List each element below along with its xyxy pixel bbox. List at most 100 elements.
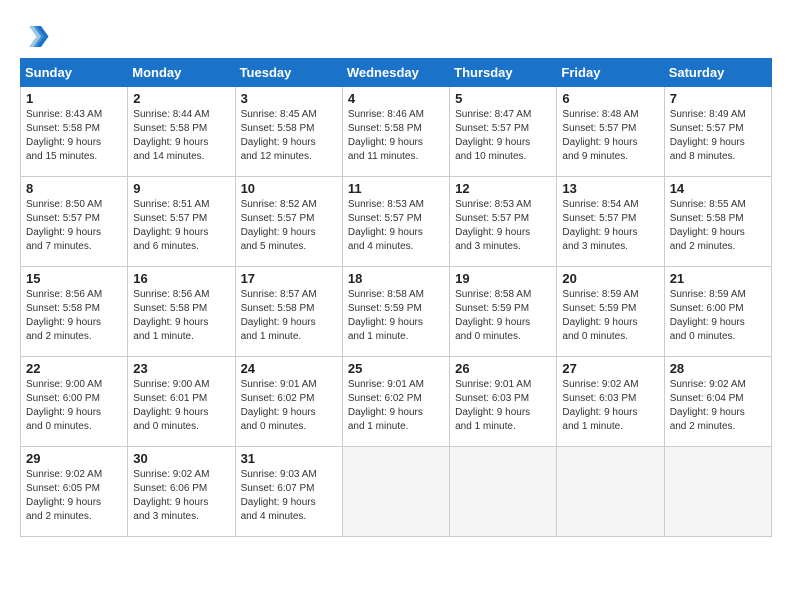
calendar-cell: 11 Sunrise: 8:53 AMSunset: 5:57 PMDayligh… [342,177,449,267]
day-number: 15 [26,271,122,286]
cell-details: Sunrise: 9:00 AMSunset: 6:01 PMDaylight:… [133,378,229,434]
day-number: 3 [241,91,337,106]
day-number: 2 [133,91,229,106]
calendar-cell: 31Sunrise: 9:03 AMSunset: 6:07 PMDayligh… [235,447,342,537]
cell-details: Sunrise: 8:53 AMSunset: 5:57 PMDaylight:… [348,198,444,254]
cell-details: Sunrise: 8:54 AMSunset: 5:57 PMDaylight:… [562,198,658,254]
calendar-cell: 30 Sunrise: 9:02 AMSunset: 6:06 PMDayligh… [128,447,235,537]
calendar-cell: 16 Sunrise: 8:56 AMSunset: 5:58 PMDayligh… [128,267,235,357]
cell-details: Sunrise: 8:56 AMSunset: 5:58 PMDaylight:… [133,288,229,344]
day-number: 16 [133,271,229,286]
day-number: 17 [241,271,337,286]
calendar-cell: 29 Sunrise: 9:02 AMSunset: 6:05 PMDayligh… [21,447,128,537]
day-number: 11 [348,181,444,196]
day-number: 27 [562,361,658,376]
day-header-sunday: Sunday [21,59,128,87]
calendar-cell: 21 Sunrise: 8:59 AMSunset: 6:00 PMDayligh… [664,267,771,357]
day-header-friday: Friday [557,59,664,87]
day-number: 19 [455,271,551,286]
cell-details: Sunrise: 9:02 AMSunset: 6:03 PMDaylight:… [562,378,658,434]
day-number: 23 [133,361,229,376]
calendar-cell: 26Sunrise: 9:01 AMSunset: 6:03 PMDayligh… [450,357,557,447]
day-number: 25 [348,361,444,376]
day-header-tuesday: Tuesday [235,59,342,87]
calendar-cell: 15Sunrise: 8:56 AMSunset: 5:58 PMDayligh… [21,267,128,357]
day-number: 22 [26,361,122,376]
calendar-week-4: 22 Sunrise: 9:00 AMSunset: 6:00 PMDayligh… [21,357,772,447]
calendar-cell: 20 Sunrise: 8:59 AMSunset: 5:59 PMDayligh… [557,267,664,357]
calendar-cell: 24Sunrise: 9:01 AMSunset: 6:02 PMDayligh… [235,357,342,447]
day-number: 14 [670,181,766,196]
calendar-cell: 19 Sunrise: 8:58 AMSunset: 5:59 PMDayligh… [450,267,557,357]
day-number: 29 [26,451,122,466]
calendar-cell: 3Sunrise: 8:45 AMSunset: 5:58 PMDaylight… [235,87,342,177]
calendar-week-5: 29 Sunrise: 9:02 AMSunset: 6:05 PMDayligh… [21,447,772,537]
calendar-cell: 2 Sunrise: 8:44 AMSunset: 5:58 PMDaylight… [128,87,235,177]
day-header-wednesday: Wednesday [342,59,449,87]
cell-details: Sunrise: 8:43 AMSunset: 5:58 PMDaylight:… [26,108,122,164]
cell-details: Sunrise: 8:58 AMSunset: 5:59 PMDaylight:… [348,288,444,344]
calendar-week-2: 8 Sunrise: 8:50 AMSunset: 5:57 PMDaylight… [21,177,772,267]
cell-details: Sunrise: 8:59 AMSunset: 5:59 PMDaylight:… [562,288,658,344]
day-number: 1 [26,91,122,106]
cell-details: Sunrise: 9:00 AMSunset: 6:00 PMDaylight:… [26,378,122,434]
calendar-cell: 10 Sunrise: 8:52 AMSunset: 5:57 PMDayligh… [235,177,342,267]
day-number: 26 [455,361,551,376]
cell-details: Sunrise: 8:48 AMSunset: 5:57 PMDaylight:… [562,108,658,164]
calendar-cell: 12Sunrise: 8:53 AMSunset: 5:57 PMDayligh… [450,177,557,267]
cell-details: Sunrise: 8:44 AMSunset: 5:58 PMDaylight:… [133,108,229,164]
page-header [20,20,772,50]
calendar-cell: 27 Sunrise: 9:02 AMSunset: 6:03 PMDayligh… [557,357,664,447]
day-number: 24 [241,361,337,376]
cell-details: Sunrise: 8:47 AMSunset: 5:57 PMDaylight:… [455,108,551,164]
cell-details: Sunrise: 8:53 AMSunset: 5:57 PMDaylight:… [455,198,551,254]
cell-details: Sunrise: 8:49 AMSunset: 5:57 PMDaylight:… [670,108,766,164]
cell-details: Sunrise: 9:01 AMSunset: 6:02 PMDaylight:… [348,378,444,434]
calendar-cell: 5Sunrise: 8:47 AMSunset: 5:57 PMDaylight… [450,87,557,177]
day-header-monday: Monday [128,59,235,87]
day-header-saturday: Saturday [664,59,771,87]
logo [20,20,54,50]
calendar-cell [557,447,664,537]
calendar-cell [342,447,449,537]
cell-details: Sunrise: 8:57 AMSunset: 5:58 PMDaylight:… [241,288,337,344]
cell-details: Sunrise: 8:50 AMSunset: 5:57 PMDaylight:… [26,198,122,254]
calendar-cell: 1 Sunrise: 8:43 AMSunset: 5:58 PMDaylight… [21,87,128,177]
calendar-cell: 8 Sunrise: 8:50 AMSunset: 5:57 PMDaylight… [21,177,128,267]
calendar-cell: 14 Sunrise: 8:55 AMSunset: 5:58 PMDayligh… [664,177,771,267]
day-number: 21 [670,271,766,286]
calendar-cell: 4Sunrise: 8:46 AMSunset: 5:58 PMDaylight… [342,87,449,177]
calendar-cell [450,447,557,537]
cell-details: Sunrise: 9:02 AMSunset: 6:04 PMDaylight:… [670,378,766,434]
cell-details: Sunrise: 9:02 AMSunset: 6:05 PMDaylight:… [26,468,122,524]
calendar-cell: 23 Sunrise: 9:00 AMSunset: 6:01 PMDayligh… [128,357,235,447]
logo-icon [20,20,50,50]
calendar-cell: 17 Sunrise: 8:57 AMSunset: 5:58 PMDayligh… [235,267,342,357]
calendar-cell [664,447,771,537]
calendar-cell: 25 Sunrise: 9:01 AMSunset: 6:02 PMDayligh… [342,357,449,447]
cell-details: Sunrise: 8:51 AMSunset: 5:57 PMDaylight:… [133,198,229,254]
cell-details: Sunrise: 9:02 AMSunset: 6:06 PMDaylight:… [133,468,229,524]
calendar-cell: 13 Sunrise: 8:54 AMSunset: 5:57 PMDayligh… [557,177,664,267]
cell-details: Sunrise: 8:58 AMSunset: 5:59 PMDaylight:… [455,288,551,344]
cell-details: Sunrise: 8:59 AMSunset: 6:00 PMDaylight:… [670,288,766,344]
day-number: 9 [133,181,229,196]
day-number: 18 [348,271,444,286]
calendar-cell: 22 Sunrise: 9:00 AMSunset: 6:00 PMDayligh… [21,357,128,447]
day-number: 20 [562,271,658,286]
day-number: 13 [562,181,658,196]
day-number: 6 [562,91,658,106]
calendar-cell: 6 Sunrise: 8:48 AMSunset: 5:57 PMDaylight… [557,87,664,177]
cell-details: Sunrise: 8:55 AMSunset: 5:58 PMDaylight:… [670,198,766,254]
cell-details: Sunrise: 8:52 AMSunset: 5:57 PMDaylight:… [241,198,337,254]
day-header-thursday: Thursday [450,59,557,87]
calendar-header: SundayMondayTuesdayWednesdayThursdayFrid… [21,59,772,87]
day-number: 30 [133,451,229,466]
day-number: 8 [26,181,122,196]
day-number: 10 [241,181,337,196]
calendar-table: SundayMondayTuesdayWednesdayThursdayFrid… [20,58,772,537]
cell-details: Sunrise: 9:03 AMSunset: 6:07 PMDaylight:… [241,468,337,524]
calendar-cell: 9 Sunrise: 8:51 AMSunset: 5:57 PMDaylight… [128,177,235,267]
day-number: 7 [670,91,766,106]
cell-details: Sunrise: 8:46 AMSunset: 5:58 PMDaylight:… [348,108,444,164]
